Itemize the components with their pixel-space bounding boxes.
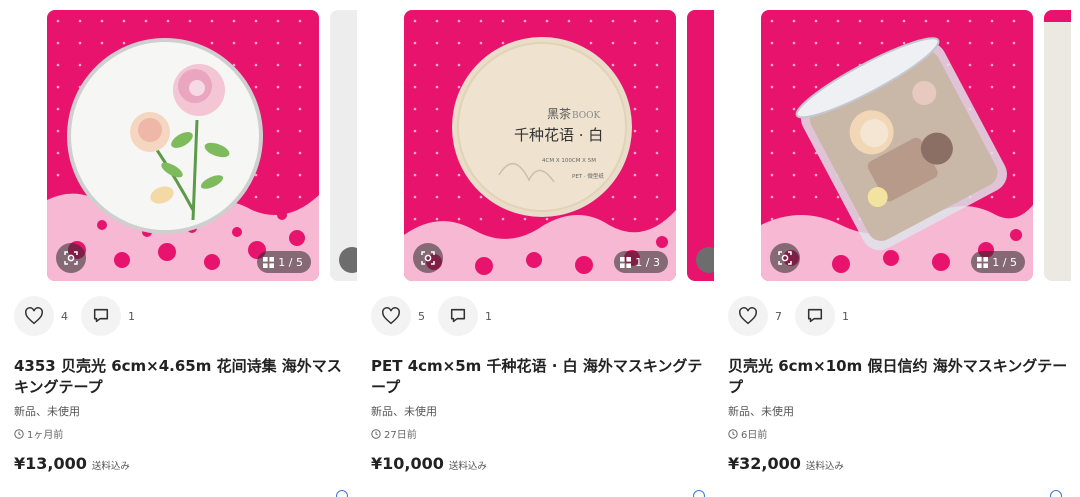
lens-search-icon[interactable]	[56, 243, 86, 273]
shipping-label: 送料込み	[448, 461, 487, 472]
product-title[interactable]: 贝壳光 6cm×10m 假日信约 海外マスキングテープ	[728, 356, 1068, 398]
heart-icon	[382, 307, 400, 325]
comment-icon	[450, 308, 466, 323]
condition-label: 新品、未使用	[14, 405, 80, 418]
like-button[interactable]	[371, 296, 411, 336]
comment-icon	[807, 308, 823, 323]
product-title[interactable]: 4353 贝壳光 6cm×4.65m 花间诗集 海外マスキングテープ	[14, 356, 354, 398]
product-card[interactable]: 1 / 5 7 1 贝壳光 6cm×10m 假日信约 海外マスキングテープ 新品…	[714, 0, 1071, 497]
comment-button[interactable]	[81, 296, 121, 336]
like-count: 4	[61, 309, 68, 323]
image-count-badge: 1 / 5	[257, 251, 311, 273]
product-title[interactable]: PET 4cm×5m 千种花语 · 白 海外マスキングテープ	[371, 356, 711, 398]
comment-count: 1	[485, 309, 492, 323]
tape-material: PET · 微型纸	[572, 172, 604, 180]
listing-time-text: 1ヶ月前	[27, 430, 64, 441]
next-image-peek[interactable]	[1044, 10, 1071, 281]
tape-spec: 4CM X 100CM X 5M	[542, 158, 596, 164]
next-indicator[interactable]	[1050, 490, 1062, 497]
gallery-grid-icon	[263, 256, 275, 268]
like-count: 5	[418, 309, 425, 323]
image-count: 1 / 3	[635, 255, 660, 269]
listing-time-text: 27日前	[384, 430, 417, 441]
product-image[interactable]: 1 / 5	[47, 10, 319, 281]
image-count: 1 / 5	[278, 255, 303, 269]
gallery-grid-icon	[620, 256, 632, 268]
action-bar: 5 1	[371, 296, 505, 336]
tape-brand: 黑茶	[547, 106, 571, 121]
comment-button[interactable]	[795, 296, 835, 336]
listing-time: 27日前	[371, 426, 417, 441]
clock-icon	[371, 428, 381, 439]
product-image[interactable]: 1 / 5	[761, 10, 1033, 281]
tape-name: 千种花语 · 白	[514, 126, 603, 144]
next-indicator[interactable]	[336, 490, 348, 497]
price-row: ¥10,000 送料込み	[371, 454, 487, 473]
comment-count: 1	[842, 309, 849, 323]
price-row: ¥13,000 送料込み	[14, 454, 130, 473]
next-indicator[interactable]	[693, 490, 705, 497]
image-count-badge: 1 / 5	[971, 251, 1025, 273]
clock-icon	[728, 428, 738, 439]
image-count-badge: 1 / 3	[614, 251, 668, 273]
heart-icon	[739, 307, 757, 325]
action-bar: 7 1	[728, 296, 862, 336]
condition-label: 新品、未使用	[371, 405, 437, 418]
listing-time: 6日前	[728, 426, 767, 441]
image-count: 1 / 5	[992, 255, 1017, 269]
next-image-peek[interactable]	[687, 10, 714, 281]
next-image-peek[interactable]	[330, 10, 357, 281]
lens-search-icon[interactable]	[413, 243, 443, 273]
price: ¥32,000	[728, 454, 801, 473]
like-button[interactable]	[14, 296, 54, 336]
lens-search-icon[interactable]	[770, 243, 800, 273]
gallery-grid-icon	[977, 256, 989, 268]
product-card[interactable]: 1 / 5 4 1 4353 贝壳光 6cm×4.65m 花间诗集 海外マスキン…	[0, 0, 357, 497]
comment-button[interactable]	[438, 296, 478, 336]
tape-brand-suffix: BOOK	[572, 111, 601, 121]
product-image[interactable]: 黑茶BOOK 千种花语 · 白 4CM X 100CM X 5M PET · 微…	[404, 10, 676, 281]
comment-icon	[93, 308, 109, 323]
like-count: 7	[775, 309, 782, 323]
action-bar: 4 1	[14, 296, 148, 336]
price-row: ¥32,000 送料込み	[728, 454, 844, 473]
price: ¥13,000	[14, 454, 87, 473]
listing-time: 1ヶ月前	[14, 426, 63, 441]
condition-label: 新品、未使用	[728, 405, 794, 418]
comment-count: 1	[128, 309, 135, 323]
price: ¥10,000	[371, 454, 444, 473]
listing-time-text: 6日前	[741, 430, 768, 441]
like-button[interactable]	[728, 296, 768, 336]
shipping-label: 送料込み	[805, 461, 844, 472]
shipping-label: 送料込み	[91, 461, 130, 472]
heart-icon	[25, 307, 43, 325]
clock-icon	[14, 428, 24, 439]
product-card[interactable]: 黑茶BOOK 千种花语 · 白 4CM X 100CM X 5M PET · 微…	[357, 0, 714, 497]
